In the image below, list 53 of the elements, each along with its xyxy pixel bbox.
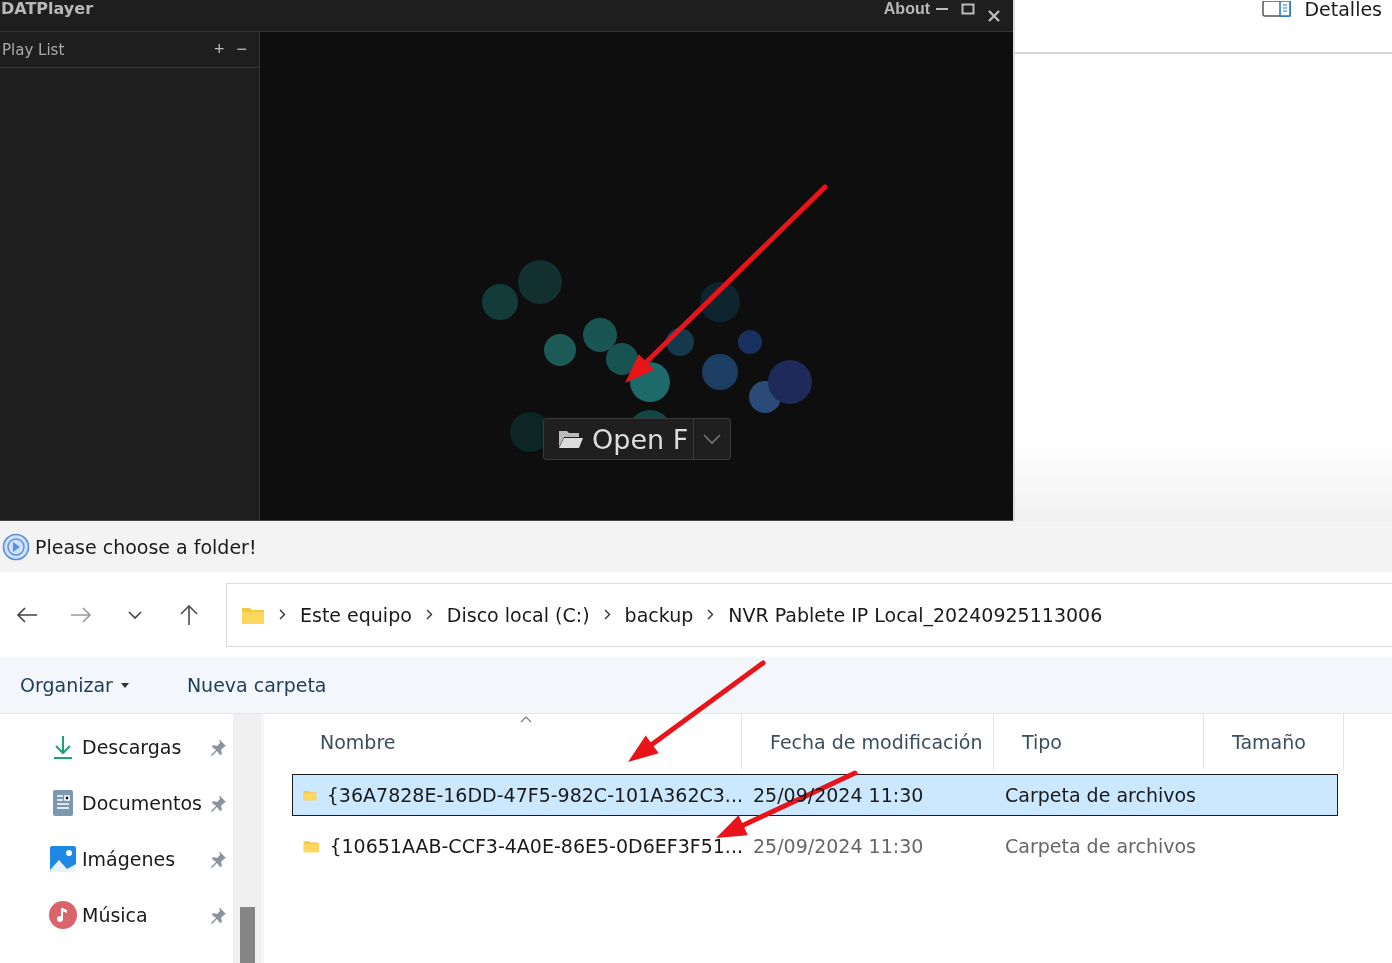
pin-icon[interactable]	[209, 738, 227, 756]
sidebar-item[interactable]: Documentos	[82, 792, 209, 814]
column-header[interactable]: Tipo	[1022, 731, 1062, 753]
dialog-title: Please choose a folder!	[35, 535, 257, 558]
file-name: {10651AAB-CCF3-4A0E-86E5-0D6EF3F51...	[329, 835, 743, 857]
new-folder-button[interactable]: Nueva carpeta	[186, 674, 327, 696]
sidebar-item[interactable]: Descargas	[82, 736, 209, 758]
file-row[interactable]: {10651AAB-CCF3-4A0E-86E5-0D6EF3F51... 25/09/2024 11:30 Carpeta de archivos	[292, 825, 1338, 867]
caret-down-icon	[120, 682, 129, 688]
chevron-right-icon	[425, 609, 433, 620]
chevron-right-icon	[603, 609, 611, 620]
address-bar[interactable]: Este equipo Disco local (C:) backup NVR Pablete IP Local_20240925113006	[226, 582, 1392, 647]
back-arrow-icon[interactable]	[16, 605, 38, 624]
organize-menu[interactable]: Organizar	[20, 674, 129, 696]
pin-icon[interactable]	[209, 906, 227, 924]
sort-caret-icon[interactable]	[520, 715, 532, 723]
column-header[interactable]: Nombre	[320, 731, 396, 753]
app-logo-icon	[2, 532, 30, 561]
remove-button[interactable]: −	[230, 39, 253, 60]
details-button[interactable]: Detalles	[1262, 0, 1382, 18]
app-title: DATPlayer	[1, 0, 94, 18]
pin-icon[interactable]	[209, 850, 227, 868]
sidebar-item[interactable]: Imágenes	[82, 848, 209, 870]
chevron-down-icon[interactable]	[127, 609, 143, 620]
scrollbar-thumb[interactable]	[240, 907, 255, 963]
pin-icon[interactable]	[209, 794, 227, 812]
file-name: {36A7828E-16DD-47F5-982C-101A362C3...	[326, 784, 743, 806]
modified-date: 25/09/2024 11:30	[753, 835, 924, 857]
chevron-right-icon	[279, 609, 286, 620]
file-type: Carpeta de archivos	[1005, 784, 1196, 806]
folder-icon	[558, 429, 584, 449]
column-header[interactable]: Fecha de modificación	[770, 731, 983, 753]
sidebar-item[interactable]: Música	[82, 904, 209, 926]
document-icon	[52, 789, 74, 817]
playlist-title: Play List	[2, 40, 65, 59]
music-icon	[49, 901, 77, 929]
about-link[interactable]: About	[883, 0, 930, 18]
image-icon	[50, 846, 76, 872]
close-icon[interactable]	[987, 8, 1001, 23]
forward-arrow-icon[interactable]	[70, 605, 92, 624]
file-type: Carpeta de archivos	[1005, 835, 1196, 857]
open-folder-button[interactable]: Open F	[543, 418, 731, 460]
maximize-icon[interactable]	[961, 1, 975, 16]
column-header[interactable]: Tamaño	[1232, 731, 1306, 753]
breadcrumb-item[interactable]: Este equipo	[300, 603, 412, 626]
breadcrumb-item[interactable]: NVR Pablete IP Local_20240925113006	[728, 603, 1103, 626]
add-button[interactable]: +	[207, 39, 231, 60]
up-arrow-icon[interactable]	[178, 603, 200, 626]
chevron-right-icon	[707, 609, 715, 620]
download-icon	[52, 735, 74, 759]
breadcrumb-item[interactable]: Disco local (C:)	[446, 603, 590, 626]
breadcrumb-item[interactable]: backup	[624, 603, 694, 626]
details-pane-icon	[1262, 1, 1293, 17]
